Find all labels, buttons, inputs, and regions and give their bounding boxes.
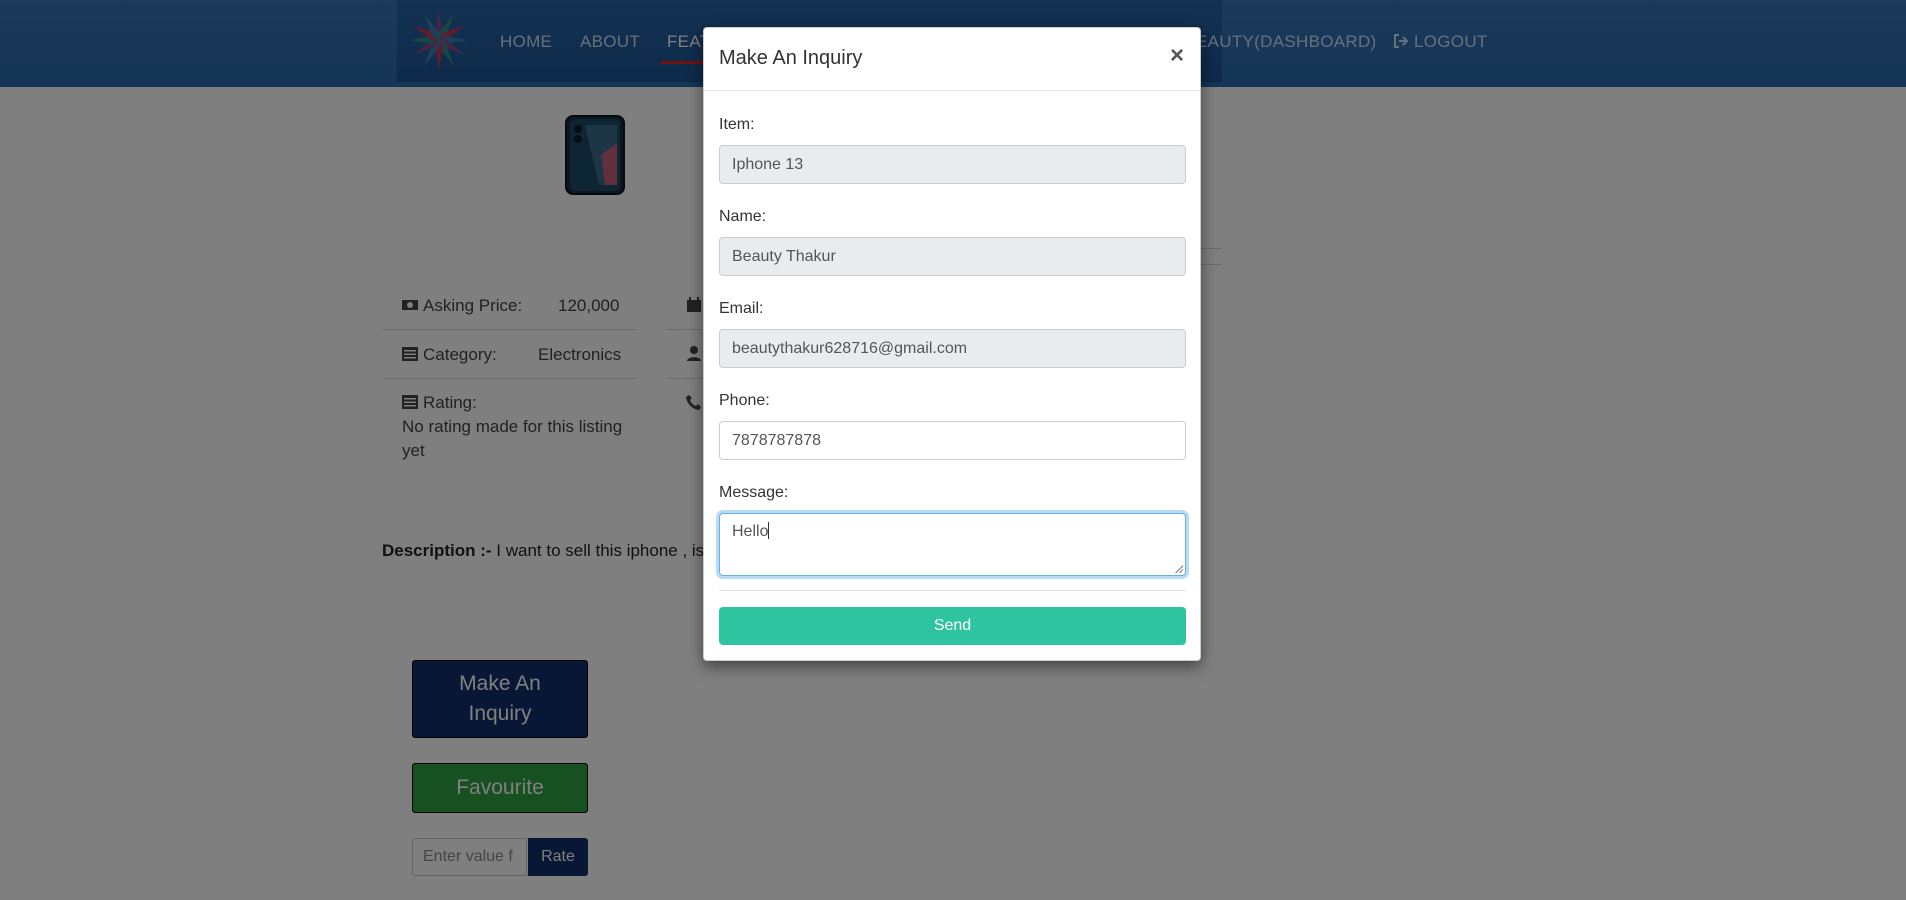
close-icon[interactable]: × [1170, 42, 1184, 70]
email-field[interactable]: beautythakur628716@gmail.com [719, 329, 1186, 368]
text-caret [768, 522, 770, 539]
name-label: Name: [719, 208, 767, 225]
modal-header: Make An Inquiry × [704, 28, 1200, 91]
name-field[interactable]: Beauty Thakur [719, 237, 1186, 276]
phone-field[interactable]: 7878787878 [719, 421, 1186, 460]
message-label: Message: [719, 484, 789, 501]
message-text: Hello [732, 523, 769, 540]
item-label: Item: [719, 116, 755, 133]
phone-label: Phone: [719, 392, 770, 409]
resize-handle-icon[interactable] [1175, 565, 1183, 573]
modal-title: Make An Inquiry [719, 47, 863, 69]
send-button[interactable]: Send [719, 607, 1186, 645]
email-label: Email: [719, 300, 764, 317]
message-textarea[interactable]: Hello [719, 513, 1186, 576]
item-field[interactable]: Iphone 13 [719, 145, 1186, 184]
inquiry-modal: Make An Inquiry × Item: Iphone 13 Name: … [703, 27, 1201, 661]
modal-footer-divider [719, 590, 1186, 591]
